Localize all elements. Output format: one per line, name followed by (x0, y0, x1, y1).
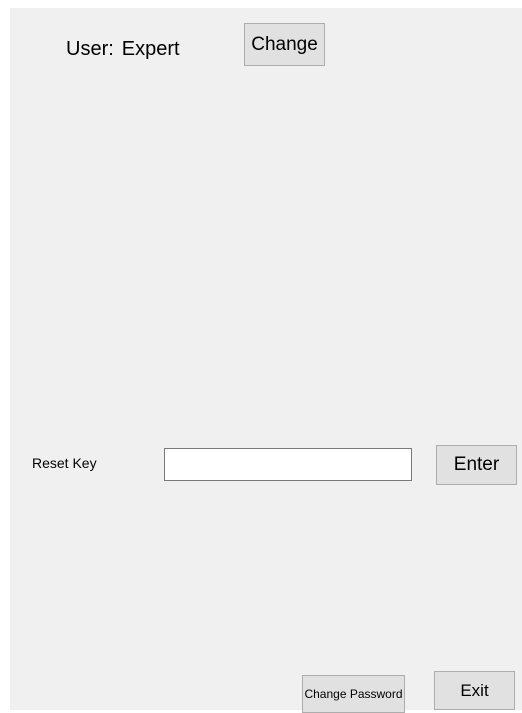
current-user-label: User: Expert (66, 38, 180, 61)
reset-key-input[interactable] (164, 448, 412, 481)
reset-key-label: Reset Key (32, 455, 97, 471)
exit-button[interactable]: Exit (434, 671, 515, 710)
change-password-button[interactable]: Change Password (302, 675, 405, 713)
main-window: User: Expert Change Reset Key Enter Chang… (10, 8, 522, 713)
user-name: Expert (121, 38, 180, 60)
user-prefix: User: (66, 38, 114, 60)
enter-button[interactable]: Enter (436, 445, 517, 485)
change-user-button[interactable]: Change (244, 23, 325, 66)
